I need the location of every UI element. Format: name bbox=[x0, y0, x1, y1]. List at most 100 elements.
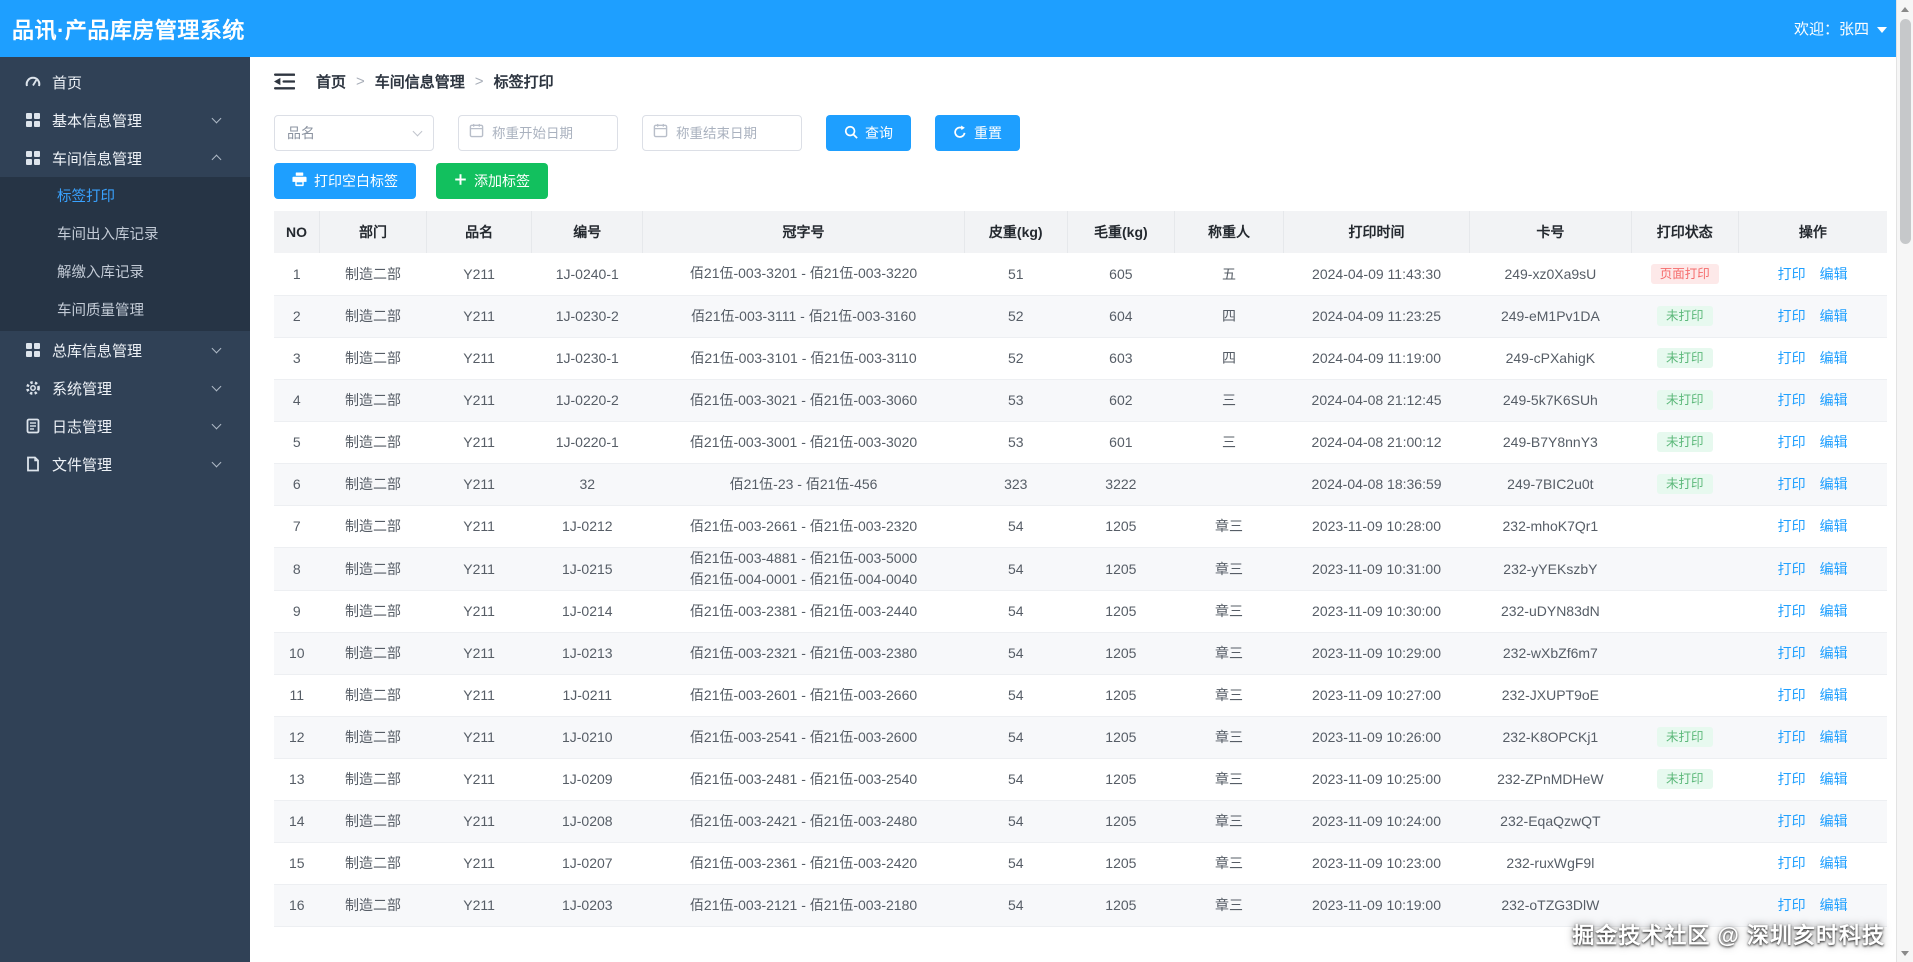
chevron-down-icon bbox=[211, 381, 222, 392]
user-menu[interactable]: 欢迎：张四 bbox=[1794, 18, 1887, 39]
cell-code: 1J-0220-1 bbox=[531, 421, 643, 464]
sidebar-item-label: 首页 bbox=[52, 74, 83, 92]
sidebar-item-quality[interactable]: 车间质量管理 bbox=[0, 292, 250, 330]
scroll-down-button[interactable] bbox=[1897, 945, 1913, 961]
app-window: 品讯·产品库房管理系统 欢迎：张四 首页 基本信息管理 车间信息管理 标签打印 … bbox=[0, 0, 1913, 962]
cell-card-no: 232-uDYN83dN bbox=[1469, 590, 1632, 633]
search-icon bbox=[844, 125, 858, 142]
edit-link[interactable]: 编辑 bbox=[1820, 687, 1848, 703]
weigh-start-date-field[interactable] bbox=[458, 115, 618, 151]
sidebar-item-turnin-record[interactable]: 解缴入库记录 bbox=[0, 254, 250, 292]
edit-link[interactable]: 编辑 bbox=[1820, 603, 1848, 619]
print-link[interactable]: 打印 bbox=[1778, 266, 1806, 282]
sidebar-item-system[interactable]: 系统管理 bbox=[0, 369, 250, 407]
cell-code: 1J-0203 bbox=[531, 884, 643, 927]
print-blank-label-button[interactable]: 打印空白标签 bbox=[274, 163, 416, 199]
col-tare: 皮重(kg) bbox=[964, 211, 1068, 253]
cell-product-name: Y211 bbox=[426, 547, 532, 591]
cell-product-name: Y211 bbox=[426, 379, 532, 422]
cell-print-status: 未打印 bbox=[1631, 379, 1739, 422]
edit-link[interactable]: 编辑 bbox=[1820, 813, 1848, 829]
sidebar-item-warehouse-info[interactable]: 总库信息管理 bbox=[0, 331, 250, 369]
print-link[interactable]: 打印 bbox=[1778, 855, 1806, 871]
print-link[interactable]: 打印 bbox=[1778, 645, 1806, 661]
edit-link[interactable]: 编辑 bbox=[1820, 350, 1848, 366]
chevron-down-icon bbox=[211, 457, 222, 468]
weigh-end-date-field[interactable] bbox=[642, 115, 802, 151]
sidebar-toggle-button[interactable] bbox=[274, 73, 296, 90]
cell-gross: 1205 bbox=[1067, 758, 1175, 801]
product-name-select[interactable]: 品名 bbox=[274, 115, 434, 151]
cell-print-status: 未打印 bbox=[1631, 463, 1739, 506]
cell-gross: 1205 bbox=[1067, 674, 1175, 717]
edit-link[interactable]: 编辑 bbox=[1820, 855, 1848, 871]
cell-operations: 打印 编辑 bbox=[1738, 505, 1887, 548]
cell-weigher: 章三 bbox=[1174, 800, 1284, 843]
print-link[interactable]: 打印 bbox=[1778, 771, 1806, 787]
cell-weigher: 章三 bbox=[1174, 842, 1284, 885]
sidebar-item-inout-record[interactable]: 车间出入库记录 bbox=[0, 216, 250, 254]
table-row: 6 制造二部 Y211 32 佰21伍-23 - 佰21伍-456 323 3222 2024… bbox=[274, 463, 1887, 506]
cell-no: 9 bbox=[274, 590, 320, 633]
edit-link[interactable]: 编辑 bbox=[1820, 308, 1848, 324]
cell-card-no: 232-ZPnMDHeW bbox=[1469, 758, 1632, 801]
print-link[interactable]: 打印 bbox=[1778, 603, 1806, 619]
sidebar-item-label-print[interactable]: 标签打印 bbox=[0, 178, 250, 216]
cell-gross: 605 bbox=[1067, 253, 1175, 296]
sidebar-item-workshop-info[interactable]: 车间信息管理 bbox=[0, 139, 250, 177]
cell-serial-range: 佰21伍-003-2121 - 佰21伍-003-2180 bbox=[642, 884, 965, 927]
sidebar-item-home[interactable]: 首页 bbox=[0, 63, 250, 101]
table-row: 8 制造二部 Y211 1J-0215 佰21伍-003-4881 - 佰21伍-003… bbox=[274, 547, 1887, 591]
add-label-button[interactable]: 添加标签 bbox=[436, 163, 548, 199]
cell-serial-range: 佰21伍-003-2661 - 佰21伍-003-2320 bbox=[642, 505, 965, 548]
print-link[interactable]: 打印 bbox=[1778, 813, 1806, 829]
cell-print-time: 2023-11-09 10:24:00 bbox=[1283, 800, 1470, 843]
print-link[interactable]: 打印 bbox=[1778, 687, 1806, 703]
scroll-up-button[interactable] bbox=[1897, 1, 1913, 17]
scrollbar-thumb[interactable] bbox=[1900, 19, 1911, 244]
print-link[interactable]: 打印 bbox=[1778, 476, 1806, 492]
cell-no: 1 bbox=[274, 253, 320, 296]
edit-link[interactable]: 编辑 bbox=[1820, 729, 1848, 745]
vertical-scrollbar[interactable] bbox=[1896, 0, 1913, 962]
edit-link[interactable]: 编辑 bbox=[1820, 476, 1848, 492]
table-row: 10 制造二部 Y211 1J-0213 佰21伍-003-2321 - 佰21伍-00… bbox=[274, 632, 1887, 675]
print-link[interactable]: 打印 bbox=[1778, 350, 1806, 366]
print-link[interactable]: 打印 bbox=[1778, 518, 1806, 534]
weigh-start-date-input[interactable] bbox=[492, 125, 607, 141]
edit-link[interactable]: 编辑 bbox=[1820, 645, 1848, 661]
cell-card-no: 232-mhoK7Qr1 bbox=[1469, 505, 1632, 548]
col-department: 部门 bbox=[319, 211, 428, 253]
print-link[interactable]: 打印 bbox=[1778, 897, 1806, 913]
weigh-end-date-input[interactable] bbox=[676, 125, 791, 141]
edit-link[interactable]: 编辑 bbox=[1820, 561, 1848, 577]
search-button[interactable]: 查询 bbox=[826, 115, 911, 151]
edit-link[interactable]: 编辑 bbox=[1820, 392, 1848, 408]
edit-link[interactable]: 编辑 bbox=[1820, 897, 1848, 913]
cell-print-time: 2024-04-08 21:12:45 bbox=[1283, 379, 1470, 422]
print-link[interactable]: 打印 bbox=[1778, 434, 1806, 450]
print-link[interactable]: 打印 bbox=[1778, 561, 1806, 577]
edit-link[interactable]: 编辑 bbox=[1820, 771, 1848, 787]
log-icon bbox=[24, 418, 41, 434]
edit-link[interactable]: 编辑 bbox=[1820, 518, 1848, 534]
print-link[interactable]: 打印 bbox=[1778, 308, 1806, 324]
cell-department: 制造二部 bbox=[319, 884, 427, 927]
breadcrumb-home[interactable]: 首页 bbox=[316, 71, 346, 92]
cell-operations: 打印 编辑 bbox=[1738, 547, 1887, 591]
edit-link[interactable]: 编辑 bbox=[1820, 266, 1848, 282]
edit-link[interactable]: 编辑 bbox=[1820, 434, 1848, 450]
cell-product-name: Y211 bbox=[426, 758, 532, 801]
cell-gross: 602 bbox=[1067, 379, 1175, 422]
workshop-submenu: 标签打印 车间出入库记录 解缴入库记录 车间质量管理 bbox=[0, 177, 250, 331]
breadcrumb-section[interactable]: 车间信息管理 bbox=[375, 71, 465, 92]
sidebar-item-basic-info[interactable]: 基本信息管理 bbox=[0, 101, 250, 139]
cell-product-name: Y211 bbox=[426, 884, 532, 927]
print-link[interactable]: 打印 bbox=[1778, 392, 1806, 408]
reset-button[interactable]: 重置 bbox=[935, 115, 1020, 151]
cell-operations: 打印 编辑 bbox=[1738, 842, 1887, 885]
cell-operations: 打印 编辑 bbox=[1738, 800, 1887, 843]
sidebar-item-files[interactable]: 文件管理 bbox=[0, 445, 250, 483]
sidebar-item-logs[interactable]: 日志管理 bbox=[0, 407, 250, 445]
print-link[interactable]: 打印 bbox=[1778, 729, 1806, 745]
